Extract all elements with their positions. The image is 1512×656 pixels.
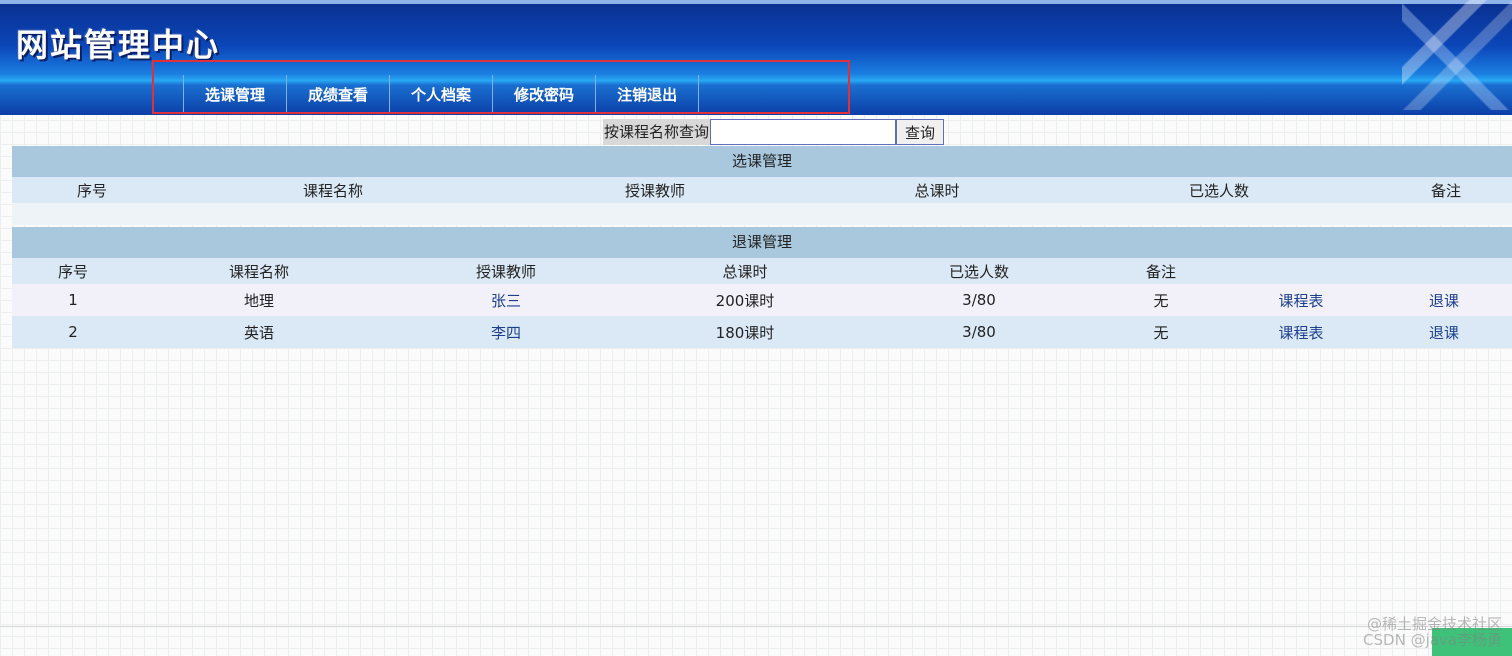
drop-course-link[interactable]: 退课 [1376, 290, 1512, 311]
drop-course-link[interactable]: 退课 [1376, 322, 1512, 343]
nav-item-logout[interactable]: 注销退出 [596, 75, 700, 113]
footer-green-block [1432, 628, 1512, 656]
select-table-header: 序号 课程名称 授课教师 总课时 已选人数 备注 [12, 177, 1512, 203]
main-nav: 选课管理 成绩查看 个人档案 修改密码 注销退出 [183, 75, 700, 113]
column-header: 授课教师 [475, 262, 536, 281]
column-header: 课程名称 [228, 262, 289, 281]
cell-course: 地理 [243, 291, 274, 310]
select-panel: 选课管理 序号 课程名称 授课教师 总课时 已选人数 备注 [12, 146, 1512, 225]
column-header: 已选人数 [948, 262, 1009, 281]
cell-index: 2 [68, 323, 78, 341]
search-bar: 按课程名称查询 查询 [603, 119, 945, 145]
search-button[interactable]: 查询 [896, 119, 945, 145]
column-header: 序号 [76, 181, 107, 200]
schedule-link[interactable]: 课程表 [1226, 322, 1376, 343]
header-banner: 网站管理中心 选课管理 成绩查看 个人档案 修改密码 注销退出 [0, 0, 1512, 115]
cell-note: 无 [1153, 323, 1169, 342]
nav-item-grades[interactable]: 成绩查看 [287, 75, 391, 113]
cell-index: 1 [68, 291, 78, 309]
nav-item-change-password[interactable]: 修改密码 [493, 75, 597, 113]
site-logo: 网站管理中心 [16, 26, 221, 64]
cell-hours: 180课时 [715, 323, 775, 342]
column-header: 备注 [1145, 262, 1176, 281]
column-header: 总课时 [722, 262, 768, 281]
drop-panel: 退课管理 序号 课程名称 授课教师 总课时 已选人数 备注 1 地理 张三 20… [12, 227, 1512, 348]
select-table-empty-row [12, 203, 1512, 225]
cell-course: 英语 [243, 323, 274, 342]
drop-table-header: 序号 课程名称 授课教师 总课时 已选人数 备注 [12, 258, 1512, 284]
column-header: 已选人数 [1188, 181, 1249, 200]
column-header: 授课教师 [624, 181, 685, 200]
schedule-link[interactable]: 课程表 [1226, 290, 1376, 311]
column-header: 序号 [57, 262, 88, 281]
cell-enrolled: 3/80 [962, 291, 996, 309]
nav-item-course-selection[interactable]: 选课管理 [184, 75, 288, 113]
column-header: 备注 [1430, 181, 1461, 200]
cell-teacher: 李四 [490, 323, 521, 342]
drop-panel-title: 退课管理 [12, 227, 1512, 258]
cell-enrolled: 3/80 [962, 323, 996, 341]
nav-item-profile[interactable]: 个人档案 [390, 75, 494, 113]
cell-hours: 200课时 [715, 291, 775, 310]
footer-divider [0, 626, 1512, 627]
table-row: 1 地理 张三 200课时 3/80 无 课程表 退课 [12, 284, 1512, 316]
column-header: 课程名称 [302, 181, 363, 200]
table-row: 2 英语 李四 180课时 3/80 无 课程表 退课 [12, 316, 1512, 348]
cell-teacher: 张三 [490, 291, 521, 310]
column-header: 总课时 [914, 181, 960, 200]
search-input[interactable] [710, 119, 897, 145]
search-label: 按课程名称查询 [603, 119, 711, 145]
cell-note: 无 [1153, 291, 1169, 310]
corner-decoration [1402, 0, 1512, 110]
select-panel-title: 选课管理 [12, 146, 1512, 177]
